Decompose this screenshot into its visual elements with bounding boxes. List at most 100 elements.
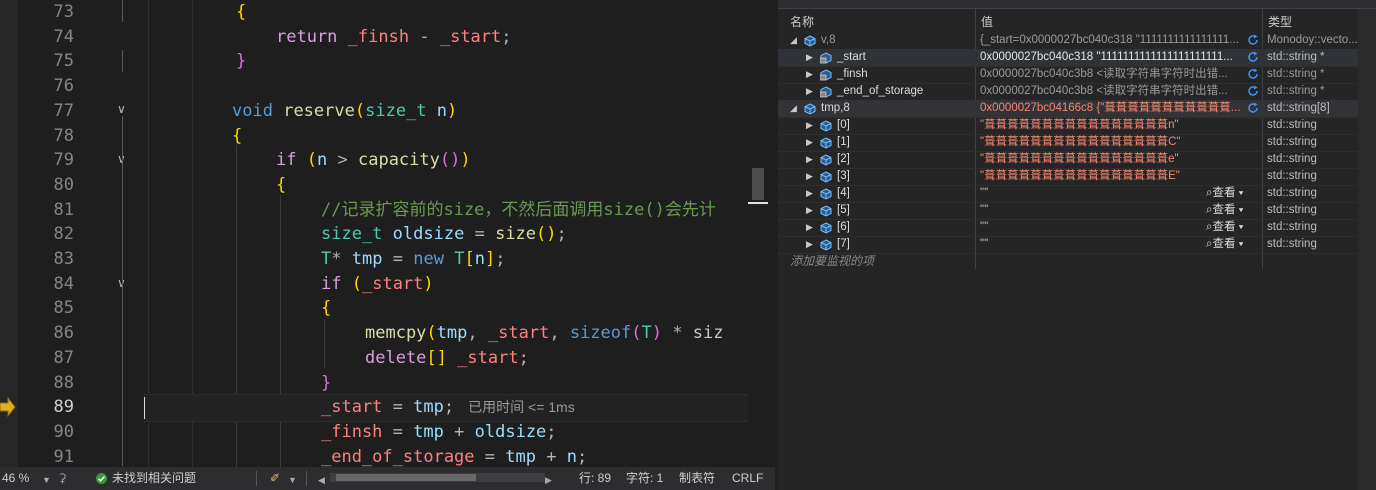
scroll-left-icon[interactable]: ◀ [318, 473, 325, 488]
issues-status[interactable]: 未找到相关问题 [112, 471, 196, 486]
watch-name[interactable]: [0] [837, 117, 850, 134]
code-line[interactable]: if (n > capacity()) [276, 148, 471, 173]
watch-value[interactable]: "" [980, 185, 1200, 202]
vertical-scrollbar[interactable] [748, 0, 768, 467]
watch-name[interactable]: _finsh [837, 66, 868, 83]
refresh-icon[interactable] [1247, 102, 1259, 114]
expand-arrow-icon[interactable]: ▶ [806, 236, 813, 253]
fold-chevron-icon[interactable]: ∨ [117, 103, 129, 115]
watch-row[interactable]: ▶ _finsh 0x0000027bc040c3b8 <读取字符串字符时出错...… [778, 66, 1358, 84]
code-editor[interactable]: 73 74 75 76 77 78 79 80 81 82 83 84 85 86 87 88 89 90 91 ∨… [0, 0, 775, 467]
line-indicator[interactable]: 行: 89 [579, 471, 611, 486]
collapse-arrow-icon[interactable]: ◢ [790, 32, 797, 49]
char-indicator[interactable]: 字符: 1 [626, 471, 663, 486]
code-line[interactable]: } [321, 371, 331, 396]
code-line[interactable]: } [236, 49, 246, 74]
watch-value[interactable]: 0x0000027bc04166c8 {"葺葺葺葺葺葺葺葺葺葺葺... [980, 100, 1242, 117]
watch-value[interactable]: "葺葺葺葺葺葺葺葺葺葺葺葺葺葺葺葺C" [980, 134, 1242, 151]
view-visualizer-button[interactable]: ⌕查看 ▾ [1206, 236, 1243, 253]
view-visualizer-button[interactable]: ⌕查看 ▾ [1206, 185, 1243, 202]
view-visualizer-button[interactable]: ⌕查看 ▾ [1206, 202, 1243, 219]
column-header-type[interactable]: 类型 [1268, 13, 1292, 30]
scrollbar-thumb[interactable] [336, 474, 476, 481]
watch-value[interactable]: 0x0000027bc040c3b8 <读取字符串字符时出错... [980, 66, 1242, 83]
watch-value[interactable]: "" [980, 236, 1200, 253]
watch-name[interactable]: [5] [837, 202, 850, 219]
watch-row[interactable]: ▶ [2] "葺葺葺葺葺葺葺葺葺葺葺葺葺葺葺葺e" std::string [778, 151, 1358, 169]
code-line[interactable]: if (_start) [321, 272, 434, 297]
column-header-value[interactable]: 值 [981, 13, 993, 30]
watch-value[interactable]: "葺葺葺葺葺葺葺葺葺葺葺葺葺葺葺葺n" [980, 117, 1242, 134]
watch-row[interactable]: ▶ _end_of_storage 0x0000027bc040c3b8 <读取字符… [778, 83, 1358, 101]
refresh-icon[interactable] [1247, 51, 1259, 63]
watch-row[interactable]: ▶ [0] "葺葺葺葺葺葺葺葺葺葺葺葺葺葺葺葺n" std::string [778, 117, 1358, 135]
elapsed-time-hint[interactable]: 已用时间 <= 1ms [468, 399, 575, 415]
watch-value[interactable]: "" [980, 219, 1200, 236]
code-line[interactable]: return _finsh - _start; [276, 25, 512, 50]
watch-name[interactable]: v,8 [821, 32, 836, 49]
chevron-down-icon[interactable]: ▼ [42, 473, 51, 488]
watch-name[interactable]: [6] [837, 219, 850, 236]
code-line[interactable]: delete[] _start; [365, 346, 529, 371]
code-cleanup-icon[interactable]: ✐ [270, 471, 280, 486]
watch-value[interactable]: 0x0000027bc040c3b8 <读取字符串字符时出错... [980, 83, 1242, 100]
watch-name[interactable]: tmp,8 [821, 100, 850, 117]
expand-arrow-icon[interactable]: ▶ [806, 83, 813, 100]
watch-row[interactable]: ▶ [1] "葺葺葺葺葺葺葺葺葺葺葺葺葺葺葺葺C" std::string [778, 134, 1358, 152]
scroll-right-icon[interactable]: ▶ [545, 473, 552, 488]
expand-arrow-icon[interactable]: ▶ [806, 168, 813, 185]
collapse-arrow-icon[interactable]: ◢ [790, 100, 797, 117]
expand-arrow-icon[interactable]: ▶ [806, 117, 813, 134]
code-line[interactable]: _start = tmp; 已用时间 <= 1ms [321, 395, 575, 420]
watch-name[interactable]: [2] [837, 151, 850, 168]
code-line[interactable]: _end_of_storage = tmp + n; [321, 445, 587, 467]
vertical-scrollbar[interactable] [1358, 9, 1376, 490]
code-line[interactable]: _finsh = tmp + oldsize; [321, 420, 557, 445]
watch-row[interactable]: ◢ v,8 {_start=0x0000027bc040c318 "11111111… [778, 32, 1358, 50]
watch-value[interactable]: "葺葺葺葺葺葺葺葺葺葺葺葺葺葺葺葺e" [980, 151, 1242, 168]
expand-arrow-icon[interactable]: ▶ [806, 134, 813, 151]
watch-name[interactable]: [7] [837, 236, 850, 253]
code-line[interactable]: //记录扩容前的size，不然后面调用size()会先计 [321, 198, 716, 223]
watch-value[interactable]: 0x0000027bc040c318 "11111111111111111111… [980, 49, 1242, 66]
refresh-icon[interactable] [1247, 85, 1259, 97]
refresh-icon[interactable] [1247, 68, 1259, 80]
expand-arrow-icon[interactable]: ▶ [806, 202, 813, 219]
watch-row[interactable]: ▶ [4] "" ⌕查看 ▾ std::string [778, 185, 1358, 203]
code-line[interactable]: size_t oldsize = size(); [321, 222, 567, 247]
watch-name[interactable]: [4] [837, 185, 850, 202]
copilot-icon[interactable]: ⚳ [58, 471, 67, 486]
watch-row[interactable]: ▶ [3] "葺葺葺葺葺葺葺葺葺葺葺葺葺葺葺葺E" std::string [778, 168, 1358, 186]
watch-row[interactable]: ▶ _start 0x0000027bc040c318 "1111111111111… [778, 49, 1358, 67]
watch-row[interactable]: ▶ [6] "" ⌕查看 ▾ std::string [778, 219, 1358, 237]
indent-mode[interactable]: 制表符 [679, 471, 715, 486]
watch-value[interactable]: "葺葺葺葺葺葺葺葺葺葺葺葺葺葺葺葺E" [980, 168, 1242, 185]
view-visualizer-button[interactable]: ⌕查看 ▾ [1206, 219, 1243, 236]
column-header-name[interactable]: 名称 [790, 13, 814, 30]
expand-arrow-icon[interactable]: ▶ [806, 66, 813, 83]
scrollbar-thumb[interactable] [752, 168, 764, 200]
expand-arrow-icon[interactable]: ▶ [806, 219, 813, 236]
code-line[interactable]: { [232, 124, 242, 149]
expand-arrow-icon[interactable]: ▶ [806, 49, 813, 66]
watch-value[interactable]: "" [980, 202, 1200, 219]
watch-name[interactable]: [1] [837, 134, 850, 151]
code-line[interactable]: { [276, 173, 286, 198]
watch-value[interactable]: {_start=0x0000027bc040c318 "111111111111… [980, 32, 1242, 49]
chevron-down-icon[interactable]: ▼ [288, 473, 297, 488]
fold-chevron-icon[interactable]: ∨ [117, 153, 129, 165]
code-line[interactable]: memcpy(tmp, _start, sizeof(T) * siz [365, 321, 723, 346]
watch-row[interactable]: ◢ tmp,8 0x0000027bc04166c8 {"葺葺葺葺葺葺葺葺葺葺葺..… [778, 100, 1358, 118]
code-line[interactable]: { [236, 0, 246, 25]
expand-arrow-icon[interactable]: ▶ [806, 185, 813, 202]
expand-arrow-icon[interactable]: ▶ [806, 151, 813, 168]
add-watch-item[interactable]: 添加要监视的项 [790, 252, 874, 269]
line-ending[interactable]: CRLF [732, 471, 763, 486]
watch-name[interactable]: [3] [837, 168, 850, 185]
code-line[interactable]: { [321, 296, 331, 321]
watch-row[interactable]: ▶ [5] "" ⌕查看 ▾ std::string [778, 202, 1358, 220]
code-line[interactable]: void reserve(size_t n) [232, 99, 457, 124]
code-line[interactable]: T* tmp = new T[n]; [321, 247, 505, 272]
watch-name[interactable]: _start [837, 49, 866, 66]
refresh-icon[interactable] [1247, 34, 1259, 46]
